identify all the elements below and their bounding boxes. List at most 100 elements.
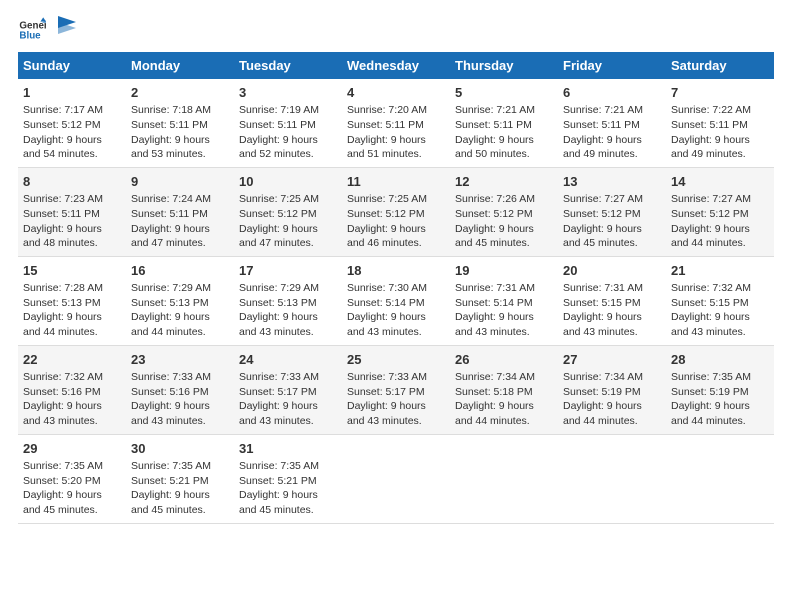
cell-line: and 43 minutes. (671, 325, 769, 340)
day-number: 31 (239, 440, 337, 458)
col-header-friday: Friday (558, 52, 666, 79)
table-cell: 20Sunrise: 7:31 AMSunset: 5:15 PMDayligh… (558, 256, 666, 345)
day-number: 17 (239, 262, 337, 280)
day-number: 30 (131, 440, 229, 458)
table-cell: 16Sunrise: 7:29 AMSunset: 5:13 PMDayligh… (126, 256, 234, 345)
table-cell: 27Sunrise: 7:34 AMSunset: 5:19 PMDayligh… (558, 345, 666, 434)
cell-line: Sunset: 5:20 PM (23, 474, 121, 489)
cell-line: and 43 minutes. (239, 325, 337, 340)
cell-line: Sunset: 5:14 PM (347, 296, 445, 311)
cell-line: and 52 minutes. (239, 147, 337, 162)
cell-line: and 46 minutes. (347, 236, 445, 251)
cell-line: Sunset: 5:17 PM (347, 385, 445, 400)
cell-line: and 43 minutes. (455, 325, 553, 340)
cell-line: Daylight: 9 hours (239, 399, 337, 414)
cell-line: Sunrise: 7:21 AM (563, 103, 661, 118)
day-number: 6 (563, 84, 661, 102)
table-row: 29Sunrise: 7:35 AMSunset: 5:20 PMDayligh… (18, 434, 774, 523)
day-number: 20 (563, 262, 661, 280)
table-cell (558, 434, 666, 523)
table-cell: 2Sunrise: 7:18 AMSunset: 5:11 PMDaylight… (126, 79, 234, 167)
table-header: SundayMondayTuesdayWednesdayThursdayFrid… (18, 52, 774, 79)
col-header-tuesday: Tuesday (234, 52, 342, 79)
cell-line: and 44 minutes. (23, 325, 121, 340)
day-number: 1 (23, 84, 121, 102)
cell-line: Daylight: 9 hours (455, 133, 553, 148)
cell-line: and 43 minutes. (23, 414, 121, 429)
cell-line: Sunset: 5:11 PM (671, 118, 769, 133)
cell-line: Daylight: 9 hours (455, 399, 553, 414)
cell-line: Sunrise: 7:29 AM (239, 281, 337, 296)
cell-line: Sunset: 5:15 PM (563, 296, 661, 311)
cell-line: Daylight: 9 hours (563, 133, 661, 148)
table-cell: 28Sunrise: 7:35 AMSunset: 5:19 PMDayligh… (666, 345, 774, 434)
col-header-thursday: Thursday (450, 52, 558, 79)
table-cell: 1Sunrise: 7:17 AMSunset: 5:12 PMDaylight… (18, 79, 126, 167)
table-cell: 15Sunrise: 7:28 AMSunset: 5:13 PMDayligh… (18, 256, 126, 345)
table-row: 15Sunrise: 7:28 AMSunset: 5:13 PMDayligh… (18, 256, 774, 345)
day-number: 12 (455, 173, 553, 191)
cell-line: Daylight: 9 hours (347, 222, 445, 237)
day-number: 26 (455, 351, 553, 369)
table-cell: 10Sunrise: 7:25 AMSunset: 5:12 PMDayligh… (234, 167, 342, 256)
cell-line: and 43 minutes. (239, 414, 337, 429)
cell-line: Sunset: 5:12 PM (671, 207, 769, 222)
cell-line: and 49 minutes. (563, 147, 661, 162)
day-number: 14 (671, 173, 769, 191)
cell-line: Sunrise: 7:17 AM (23, 103, 121, 118)
day-number: 10 (239, 173, 337, 191)
cell-line: Daylight: 9 hours (23, 488, 121, 503)
day-number: 25 (347, 351, 445, 369)
cell-line: Sunset: 5:21 PM (239, 474, 337, 489)
cell-line: Sunset: 5:18 PM (455, 385, 553, 400)
cell-line: Daylight: 9 hours (671, 222, 769, 237)
cell-line: Sunrise: 7:32 AM (671, 281, 769, 296)
cell-line: Sunrise: 7:33 AM (347, 370, 445, 385)
header: General Blue (18, 16, 774, 44)
cell-line: Daylight: 9 hours (347, 310, 445, 325)
cell-line: Daylight: 9 hours (239, 133, 337, 148)
cell-line: Sunrise: 7:25 AM (239, 192, 337, 207)
day-number: 24 (239, 351, 337, 369)
day-number: 13 (563, 173, 661, 191)
cell-line: Sunrise: 7:35 AM (239, 459, 337, 474)
cell-line: Daylight: 9 hours (563, 310, 661, 325)
cell-line: and 50 minutes. (455, 147, 553, 162)
cell-line: Daylight: 9 hours (131, 133, 229, 148)
cell-line: Sunrise: 7:18 AM (131, 103, 229, 118)
day-number: 3 (239, 84, 337, 102)
page-container: General Blue SundayMondayTuesdayWednesda… (0, 0, 792, 534)
cell-line: and 44 minutes. (671, 236, 769, 251)
cell-line: and 51 minutes. (347, 147, 445, 162)
cell-line: Daylight: 9 hours (23, 222, 121, 237)
table-cell: 21Sunrise: 7:32 AMSunset: 5:15 PMDayligh… (666, 256, 774, 345)
cell-line: Daylight: 9 hours (239, 222, 337, 237)
cell-line: Daylight: 9 hours (671, 310, 769, 325)
cell-line: Sunset: 5:13 PM (131, 296, 229, 311)
table-cell: 3Sunrise: 7:19 AMSunset: 5:11 PMDaylight… (234, 79, 342, 167)
cell-line: Sunset: 5:11 PM (23, 207, 121, 222)
cell-line: Sunset: 5:11 PM (131, 118, 229, 133)
cell-line: and 48 minutes. (23, 236, 121, 251)
day-number: 16 (131, 262, 229, 280)
cell-line: Daylight: 9 hours (563, 399, 661, 414)
cell-line: and 43 minutes. (563, 325, 661, 340)
cell-line: Sunrise: 7:34 AM (455, 370, 553, 385)
cell-line: Sunset: 5:12 PM (23, 118, 121, 133)
flag-icon (56, 14, 78, 36)
cell-line: Sunset: 5:12 PM (455, 207, 553, 222)
cell-line: and 44 minutes. (563, 414, 661, 429)
table-row: 1Sunrise: 7:17 AMSunset: 5:12 PM Daylight… (18, 79, 774, 167)
cell-line: Sunset: 5:11 PM (239, 118, 337, 133)
cell-line: Daylight: 9 hours (347, 399, 445, 414)
cell-line: and 43 minutes. (347, 325, 445, 340)
cell-line: Daylight: 9 hours (455, 222, 553, 237)
cell-line: Sunrise: 7:21 AM (455, 103, 553, 118)
cell-line: Daylight: 9 hours (131, 488, 229, 503)
cell-line: Daylight: 9 hours (563, 222, 661, 237)
cell-line: Sunrise: 7:30 AM (347, 281, 445, 296)
cell-line: and 45 minutes. (455, 236, 553, 251)
table-cell: 9Sunrise: 7:24 AMSunset: 5:11 PMDaylight… (126, 167, 234, 256)
cell-line: and 45 minutes. (131, 503, 229, 518)
col-header-saturday: Saturday (666, 52, 774, 79)
